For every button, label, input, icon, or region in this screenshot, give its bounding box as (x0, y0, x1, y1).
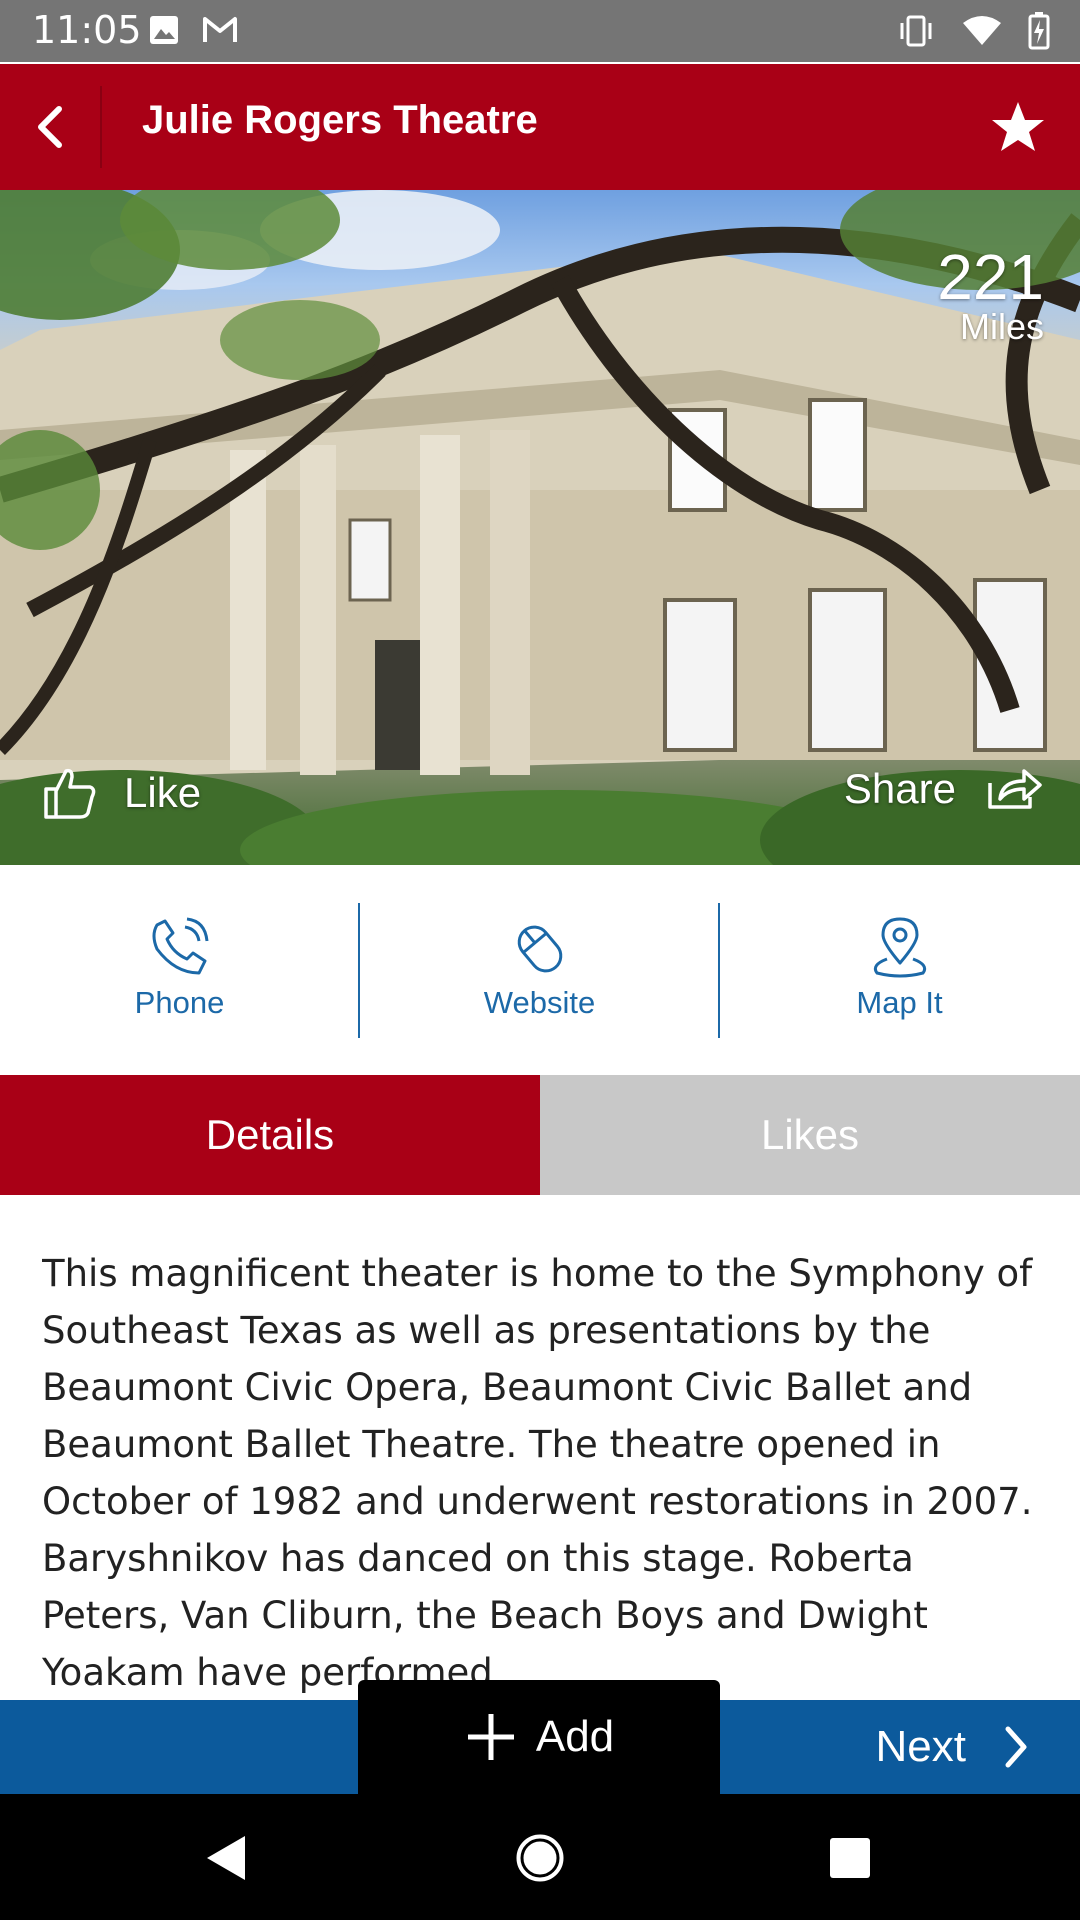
system-back-button[interactable] (186, 1820, 266, 1896)
system-nav-bar (0, 1794, 1080, 1920)
tab-likes[interactable]: Likes (540, 1075, 1080, 1195)
star-icon (992, 102, 1044, 151)
status-bar: 11:05 (0, 0, 1080, 62)
venue-description: This magnificent theater is home to the … (42, 1252, 1033, 1694)
status-left-icons (148, 14, 238, 46)
phone-label: Phone (134, 985, 225, 1020)
next-label: Next (875, 1722, 966, 1771)
back-button[interactable] (0, 64, 100, 190)
distance-badge: 221 Miles (937, 245, 1044, 345)
map-it-button[interactable]: Map It (720, 865, 1079, 1075)
chevron-right-icon (1005, 1726, 1027, 1768)
share-button[interactable]: Share (844, 765, 1042, 813)
wifi-icon (963, 16, 1001, 45)
thumbs-up-icon (44, 768, 96, 819)
share-icon (988, 769, 1042, 809)
map-it-label: Map It (856, 985, 943, 1020)
status-right-icons (896, 12, 1050, 50)
vibrate-icon (900, 15, 932, 47)
page-title: Julie Rogers Theatre (142, 98, 538, 142)
share-label: Share (843, 765, 956, 812)
theatre-building-image (0, 190, 1080, 865)
favorite-button[interactable] (978, 84, 1058, 170)
distance-unit: Miles (959, 306, 1044, 347)
like-label: Like (124, 769, 202, 816)
tab-details[interactable]: Details (0, 1075, 540, 1195)
contact-actions: Phone Website Map It (0, 865, 1080, 1075)
distance-value: 221 (937, 241, 1044, 313)
venue-photo: 221 Miles Like Share (0, 190, 1080, 865)
phone-button[interactable]: Phone (0, 865, 359, 1075)
website-label: Website (483, 985, 596, 1020)
tab-bar: Details Likes (0, 1075, 1080, 1195)
plus-icon (467, 1714, 514, 1760)
like-button[interactable]: Like (42, 765, 201, 821)
battery-charging-icon (1028, 12, 1050, 50)
chevron-left-icon (38, 106, 62, 148)
back-triangle-icon (207, 1836, 245, 1880)
website-button[interactable]: Website (360, 865, 719, 1075)
system-recents-button[interactable] (810, 1820, 890, 1896)
add-button[interactable]: Add (358, 1680, 720, 1794)
app-bar: Julie Rogers Theatre (0, 64, 1080, 190)
system-home-button[interactable] (500, 1820, 580, 1896)
home-circle-icon (516, 1834, 564, 1882)
add-label: Add (535, 1712, 615, 1761)
image-icon (150, 16, 178, 44)
status-time: 11:05 (32, 8, 142, 52)
gmail-icon (203, 17, 237, 42)
recents-square-icon (830, 1838, 870, 1878)
phone-icon (152, 917, 208, 975)
app-bar-divider (100, 86, 102, 168)
next-button[interactable]: Next (876, 1700, 1030, 1794)
map-pin-icon (873, 917, 926, 978)
mouse-icon (517, 925, 562, 973)
